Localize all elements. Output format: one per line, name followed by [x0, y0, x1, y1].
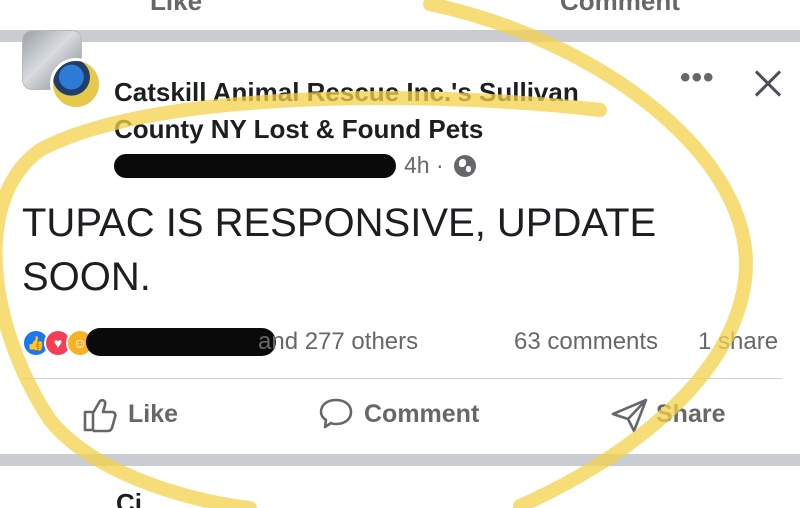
- close-icon[interactable]: [748, 64, 788, 104]
- previous-post-card: Like Comment: [0, 0, 800, 30]
- like-button[interactable]: Like: [82, 396, 202, 436]
- next-post-card: Ci...: [0, 466, 800, 508]
- share-arrow-icon: [611, 398, 648, 433]
- post-timestamp[interactable]: 4h ·: [404, 152, 444, 179]
- share-label: Share: [656, 400, 726, 428]
- post-avatar-stack[interactable]: [22, 30, 102, 110]
- thumbs-up-icon: [83, 398, 117, 433]
- share-button[interactable]: Share: [610, 396, 750, 436]
- comment-button[interactable]: Comment: [318, 396, 508, 436]
- comment-icon: [319, 398, 353, 429]
- next-post-name-fragment[interactable]: Ci...: [116, 488, 164, 508]
- post-body-text: TUPAC IS RESPONSIVE, UPDATE SOON.: [22, 201, 657, 299]
- more-options-icon[interactable]: •••: [680, 63, 715, 93]
- redacted-reactor-names: [86, 328, 276, 356]
- like-label: Like: [128, 400, 179, 428]
- globe-icon: [454, 155, 476, 177]
- group-name-link[interactable]: Catskill Animal Rescue Inc.'s Sullivan C…: [114, 74, 634, 148]
- action-divider: [22, 378, 782, 379]
- comments-count[interactable]: 63 comments: [514, 328, 658, 356]
- previous-like-fragment[interactable]: Like: [150, 0, 202, 17]
- comment-label: Comment: [364, 400, 480, 428]
- reactions-bar[interactable]: 👍 ♥ ☺ and 277 others 63 comments 1 share: [22, 326, 782, 360]
- reaction-count[interactable]: and 277 others: [258, 328, 418, 356]
- previous-comment-fragment[interactable]: Comment: [560, 0, 680, 17]
- user-avatar[interactable]: [50, 58, 102, 110]
- shares-count[interactable]: 1 share: [698, 328, 778, 356]
- redacted-author: [114, 154, 396, 178]
- post-meta: 4h ·: [114, 150, 494, 182]
